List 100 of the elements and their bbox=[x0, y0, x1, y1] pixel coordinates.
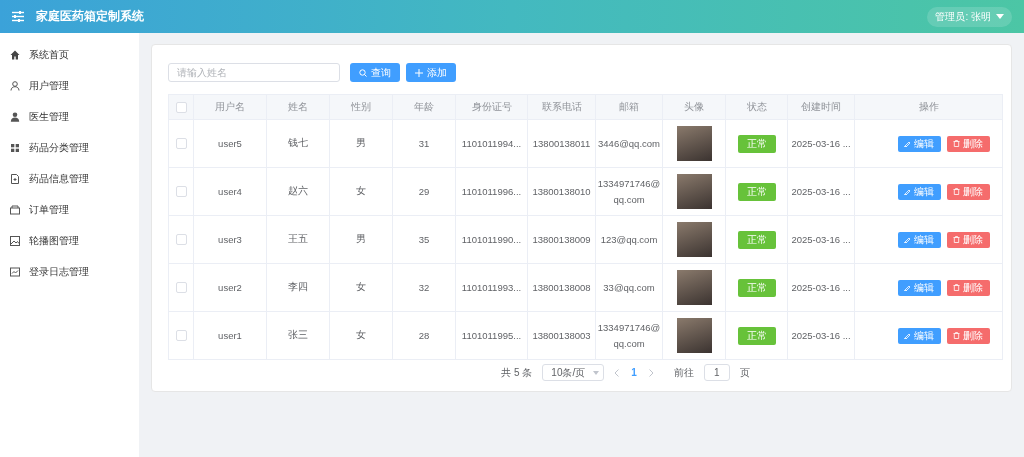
column-header: 创建时间 bbox=[787, 94, 855, 120]
table-cell: 2025-03-16 ... bbox=[787, 119, 855, 168]
page-number[interactable]: 1 bbox=[629, 367, 639, 378]
table-cell: 张三 bbox=[266, 311, 330, 360]
table-cell: user4 bbox=[193, 167, 267, 216]
page-suffix: 页 bbox=[739, 365, 750, 380]
document-icon bbox=[10, 173, 20, 184]
caret-icon bbox=[996, 14, 1004, 19]
sidebar-item[interactable]: 用户管理 bbox=[0, 70, 139, 101]
table-cell: 13800138011 bbox=[527, 119, 596, 168]
table-cell: 1101011990... bbox=[455, 215, 528, 264]
photo-placeholder bbox=[676, 270, 712, 305]
sidebar-item[interactable]: 轮播图管理 bbox=[0, 225, 139, 256]
delete-button[interactable]: 删除 bbox=[946, 327, 990, 344]
sidebar-item[interactable]: 医生管理 bbox=[0, 101, 139, 132]
delete-button[interactable]: 删除 bbox=[946, 135, 990, 152]
goto-page-field[interactable]: 1 bbox=[703, 364, 730, 381]
next-page-icon[interactable] bbox=[648, 368, 654, 377]
search-icon bbox=[359, 68, 367, 77]
table-cell: 女 bbox=[329, 167, 393, 216]
goto-label: 前往 bbox=[673, 365, 694, 380]
chart-icon bbox=[10, 266, 20, 277]
trash-icon bbox=[953, 236, 960, 243]
select-all-checkbox[interactable] bbox=[175, 101, 187, 113]
delete-button[interactable]: 删除 bbox=[946, 231, 990, 248]
status-tag: 正常 bbox=[737, 182, 776, 201]
photo-placeholder bbox=[676, 174, 712, 209]
edit-button[interactable]: 编辑 bbox=[897, 327, 941, 344]
status-tag: 正常 bbox=[737, 278, 776, 297]
row-checkbox[interactable] bbox=[175, 138, 187, 150]
table-cell: user5 bbox=[193, 119, 267, 168]
table-cell: 1101011993... bbox=[455, 263, 528, 312]
table-cell: 33@qq.com bbox=[595, 263, 663, 312]
trash-icon bbox=[953, 284, 960, 291]
page-size-select[interactable]: 10条/页 bbox=[542, 364, 605, 381]
sidebar-item[interactable]: 订单管理 bbox=[0, 194, 139, 225]
table-cell: 王五 bbox=[266, 215, 330, 264]
column-header: 状态 bbox=[725, 94, 788, 120]
row-checkbox[interactable] bbox=[175, 186, 187, 198]
table-cell: 2025-03-16 ... bbox=[787, 215, 855, 264]
previous-page-icon[interactable] bbox=[614, 368, 620, 377]
row-checkbox[interactable] bbox=[175, 330, 187, 342]
home-icon bbox=[10, 49, 20, 60]
table-cell: 2025-03-16 ... bbox=[787, 167, 855, 216]
delete-button[interactable]: 删除 bbox=[946, 279, 990, 296]
user-menu[interactable]: 管理员: 张明 bbox=[927, 6, 1012, 27]
table-cell: 男 bbox=[329, 119, 393, 168]
trash-icon bbox=[953, 332, 960, 339]
edit-button[interactable]: 编辑 bbox=[897, 231, 941, 248]
edit-button[interactable]: 编辑 bbox=[897, 279, 941, 296]
column-header: 身份证号 bbox=[455, 94, 528, 120]
delete-button[interactable]: 删除 bbox=[946, 183, 990, 200]
app-title: 家庭医药箱定制系统 bbox=[36, 8, 144, 25]
column-header: 联系电话 bbox=[527, 94, 596, 120]
table-cell: 13800138009 bbox=[527, 215, 596, 264]
table-cell: user3 bbox=[193, 215, 267, 264]
status-tag: 正常 bbox=[737, 230, 776, 249]
column-header: 操作 bbox=[854, 94, 1003, 120]
sliders-icon[interactable] bbox=[12, 11, 24, 22]
table-cell: 13800138010 bbox=[527, 167, 596, 216]
table-cell: 13800138003 bbox=[527, 311, 596, 360]
table-cell: user2 bbox=[193, 263, 267, 312]
person-icon bbox=[10, 80, 20, 91]
sidebar-item[interactable]: 系统首页 bbox=[0, 39, 139, 70]
pencil-icon bbox=[904, 284, 911, 291]
grid-icon bbox=[10, 142, 20, 153]
row-checkbox[interactable] bbox=[175, 234, 187, 246]
photo-placeholder bbox=[676, 126, 712, 161]
table-cell: 31 bbox=[392, 119, 456, 168]
table-cell: 13800138008 bbox=[527, 263, 596, 312]
pencil-icon bbox=[904, 332, 911, 339]
query-button[interactable]: 查询 bbox=[350, 63, 400, 82]
table-cell: 29 bbox=[392, 167, 456, 216]
edit-button[interactable]: 编辑 bbox=[897, 183, 941, 200]
sidebar-item[interactable]: 药品信息管理 bbox=[0, 163, 139, 194]
table-cell: 123@qq.com bbox=[595, 215, 663, 264]
column-header: 姓名 bbox=[266, 94, 330, 120]
table-cell: 28 bbox=[392, 311, 456, 360]
sidebar-item[interactable]: 登录日志管理 bbox=[0, 256, 139, 287]
status-tag: 正常 bbox=[737, 134, 776, 153]
table-cell: 35 bbox=[392, 215, 456, 264]
trash-icon bbox=[953, 140, 960, 147]
table-cell: 钱七 bbox=[266, 119, 330, 168]
column-header: 用户名 bbox=[193, 94, 267, 120]
row-checkbox[interactable] bbox=[175, 282, 187, 294]
trash-icon bbox=[953, 188, 960, 195]
pencil-icon bbox=[904, 140, 911, 147]
add-button[interactable]: 添加 bbox=[406, 63, 456, 82]
table-cell: 1334971746@qq.com bbox=[595, 167, 663, 216]
table-cell: 2025-03-16 ... bbox=[787, 311, 855, 360]
table-cell: 女 bbox=[329, 263, 393, 312]
table-cell: 32 bbox=[392, 263, 456, 312]
table-cell: 1101011994... bbox=[455, 119, 528, 168]
table-cell: 1101011995... bbox=[455, 311, 528, 360]
column-header: 性别 bbox=[329, 94, 393, 120]
edit-button[interactable]: 编辑 bbox=[897, 135, 941, 152]
search-field[interactable]: 请输入姓名 bbox=[168, 63, 340, 82]
table-cell: 赵六 bbox=[266, 167, 330, 216]
sidebar-item[interactable]: 药品分类管理 bbox=[0, 132, 139, 163]
person-icon bbox=[10, 111, 20, 122]
